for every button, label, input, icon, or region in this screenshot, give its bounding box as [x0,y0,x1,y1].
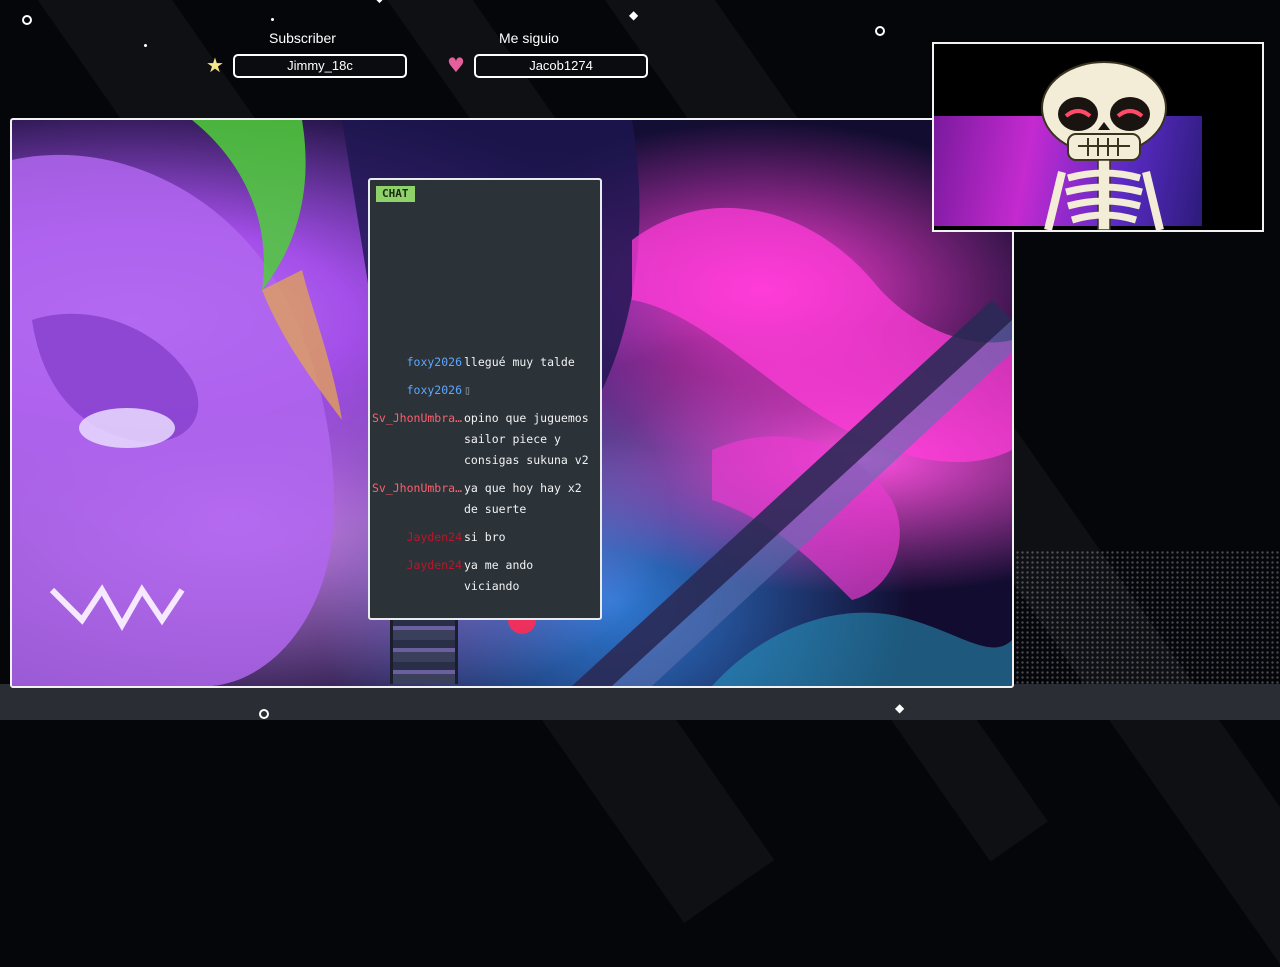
chat-message: foxy2026 ▯ [370,380,600,401]
chat-panel: CHAT foxy2026 llegué muy talde foxy2026 … [368,178,602,620]
chat-username: Sv_JhonUmbra… [371,411,462,425]
webcam-frame [932,42,1264,232]
chat-message: Jayden24 si bro [370,527,600,548]
chat-messages: foxy2026 llegué muy talde foxy2026 ▯ Sv_… [370,352,600,604]
chat-username: foxy2026 [406,355,462,369]
chat-text: ya me ando viciando [464,558,534,593]
chat-text: llegué muy talde [464,355,575,369]
sparkle-dot [144,44,147,47]
chat-message: Sv_JhonUmbra… opino que juguemos sailor … [370,408,600,471]
chat-username: Jayden24 [406,530,462,544]
sparkle-dot [271,18,274,21]
chat-username: foxy2026 [406,383,462,397]
sparkle-icon: ◆ [629,8,639,22]
chat-text: opino que juguemos sailor piece y consig… [464,411,589,467]
sparkle-icon: ◆ [895,701,905,715]
chat-text: ya que hoy hay x2 de suerte [464,481,582,516]
skeleton-avatar [1041,61,1167,230]
follower-name: Jacob1274 [474,54,648,78]
sword-hilt [390,618,458,684]
sparkle-ring [259,709,269,719]
sparkle-ring [22,15,32,25]
chat-message: Jayden24 ya me ando viciando [370,555,600,597]
chat-emote: ▯ [464,383,471,397]
chat-username: Jayden24 [406,558,462,572]
chat-text: si bro [464,530,506,544]
heart-icon: ♥ [447,53,465,77]
chat-message: foxy2026 llegué muy talde [370,352,600,373]
follower-title: Me siguio [499,30,559,46]
bottom-band [0,684,1280,720]
chat-username: Sv_JhonUmbra… [371,481,462,495]
subscriber-name: Jimmy_18c [233,54,407,78]
star-icon: ★ [206,53,224,77]
chat-label: CHAT [376,186,415,202]
sparkle-ring [875,26,885,36]
sparkle-icon: ◆ [376,0,383,5]
chat-message: Sv_JhonUmbra… ya que hoy hay x2 de suert… [370,478,600,520]
subscriber-title: Subscriber [269,30,336,46]
